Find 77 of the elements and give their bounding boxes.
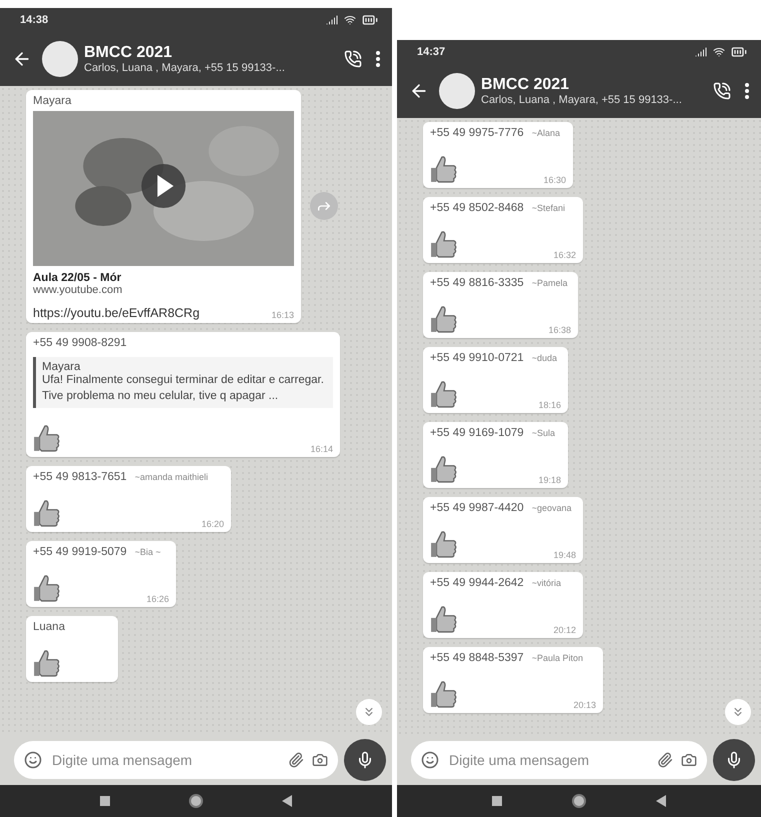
triangle-icon <box>282 795 292 807</box>
group-avatar[interactable] <box>439 73 475 109</box>
message-time: 16:13 <box>271 310 294 320</box>
sender-name: +55 49 9169-1079 <box>430 427 524 439</box>
message-time: 20:13 <box>573 700 596 710</box>
phone-icon <box>344 50 362 68</box>
square-icon <box>492 796 502 806</box>
attach-icon[interactable] <box>657 752 673 768</box>
circle-icon <box>188 794 203 808</box>
chat-title[interactable]: BMCC 2021 <box>84 44 172 62</box>
signal-icon <box>695 46 707 58</box>
sender-name: +55 49 9813-7651 <box>33 471 127 484</box>
scroll-down-button[interactable] <box>725 699 751 725</box>
sender-alias: ~duda <box>532 353 557 363</box>
sender-name: Luana <box>33 621 65 634</box>
sender-alias: ~Stefani <box>532 203 565 213</box>
circle-icon <box>572 794 586 808</box>
signal-icon <box>326 14 338 26</box>
camera-icon[interactable] <box>312 752 328 768</box>
mic-button[interactable] <box>344 739 386 781</box>
square-icon <box>100 796 110 806</box>
status-time: 14:38 <box>20 14 48 26</box>
message-time: 16:38 <box>548 325 571 335</box>
message-time: 20:12 <box>553 625 576 635</box>
menu-icon <box>376 51 380 67</box>
message-time: 16:14 <box>310 444 333 454</box>
camera-icon[interactable] <box>681 752 697 768</box>
message-time: 16:32 <box>553 250 576 260</box>
message-input[interactable]: Digite uma mensagem <box>447 751 649 769</box>
sender-name: +55 49 9975-7776 <box>430 127 524 139</box>
message-time: 19:48 <box>553 550 576 560</box>
sender-alias: ~Sula <box>532 428 555 438</box>
menu-icon <box>745 83 749 99</box>
sender-alias: ~Pamela <box>532 278 568 288</box>
sender-name: +55 49 9944-2642 <box>430 577 524 589</box>
sender-name: +55 49 9910-0721 <box>430 352 524 364</box>
emoji-icon[interactable] <box>24 751 42 769</box>
chat-members: Carlos, Luana , Mayara, +55 15 99133-... <box>481 94 683 106</box>
message-time: 19:18 <box>538 475 561 485</box>
quote-text: Ufa! Finalmente consegui terminar de editar e carregar. <box>42 373 325 388</box>
chat-members: Carlos, Luana , Mayara, +55 15 99133-... <box>84 62 286 74</box>
sender-alias: ~Bia ~ <box>134 547 161 558</box>
sender-name: +55 49 9987-4420 <box>430 502 524 514</box>
message-time: 18:16 <box>538 400 561 410</box>
group-avatar[interactable] <box>42 41 78 77</box>
sender-name: +55 49 9919-5079 <box>33 546 127 558</box>
scroll-down-button[interactable] <box>356 699 382 725</box>
quoted-message[interactable]: Mayara Ufa! Finalmente consegui terminar de editar e carregar. Tive problema no meu celular, tive q apagar ... <box>33 357 333 408</box>
emoji-icon[interactable] <box>421 751 439 769</box>
sender-name: +55 49 8848-5397 <box>430 652 524 664</box>
mic-button[interactable] <box>713 739 755 781</box>
chat-title[interactable]: BMCC 2021 <box>481 76 570 94</box>
sender-alias: ~vitória <box>532 578 561 588</box>
video-title: Aula 22/05 - Mór <box>33 272 122 284</box>
message-field[interactable]: Digite uma mensagem <box>14 741 338 779</box>
video-link[interactable]: https://youtu.be/eEvffAR8CRg <box>33 306 200 320</box>
message-time: 16:26 <box>146 594 169 604</box>
sender-alias: ~Alana <box>532 128 560 138</box>
sender-name: +55 49 8502-8468 <box>430 202 524 214</box>
message-field[interactable]: Digite uma mensagem <box>411 741 707 779</box>
sender-alias: ~amanda maithieli <box>134 472 208 482</box>
sender-alias: ~Paula Piton <box>532 653 583 663</box>
microphone-icon <box>356 751 374 769</box>
quote-text: Tive problema no meu celular, tive q apagar ... <box>42 388 280 404</box>
triangle-icon <box>656 795 666 807</box>
message-time: 16:20 <box>201 519 224 530</box>
status-time: 14:37 <box>417 46 446 58</box>
sender-name: +55 49 9908-8291 <box>33 337 127 349</box>
sender-alias: ~geovana <box>532 503 572 513</box>
quote-author: Mayara <box>42 361 82 373</box>
sender-name: +55 49 8816-3335 <box>430 277 524 289</box>
video-domain: www.youtube.com <box>33 284 124 296</box>
message-time: 16:30 <box>543 175 566 185</box>
attach-icon[interactable] <box>288 752 304 768</box>
microphone-icon <box>725 751 743 769</box>
sender-name: Mayara <box>33 95 72 107</box>
phone-icon <box>713 82 731 100</box>
